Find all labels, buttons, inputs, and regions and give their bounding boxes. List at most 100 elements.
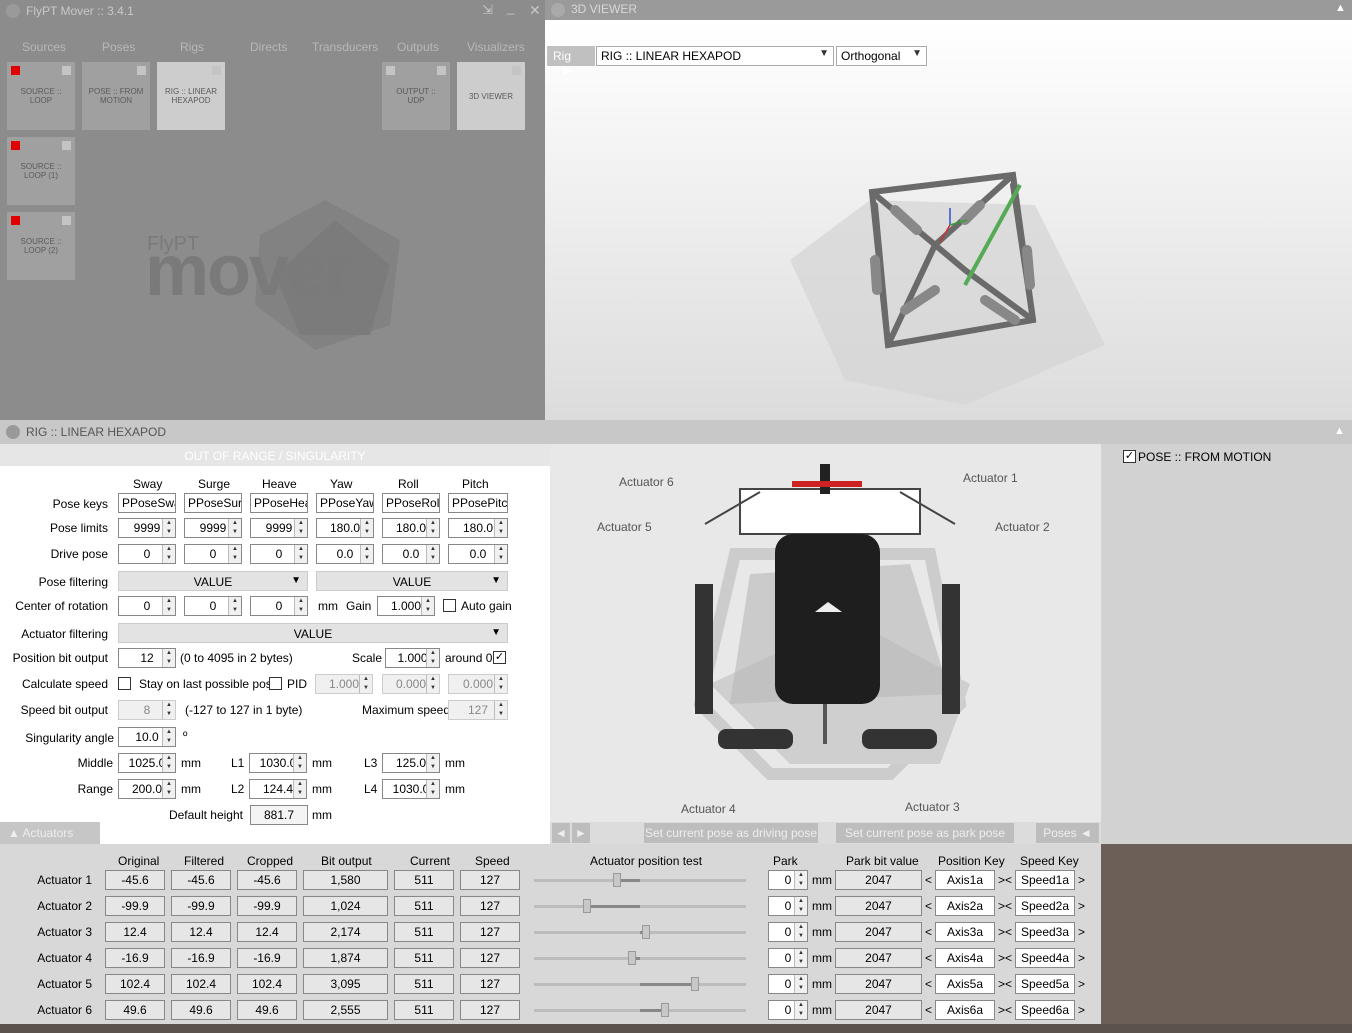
minimize-icon[interactable]: _ [507,0,514,15]
actuators-tab[interactable]: ▲ Actuators [0,822,100,844]
tile-checkbox[interactable] [512,66,521,75]
spinner-icon[interactable]: ▲ ▼ [421,597,434,615]
drive-pose-surge[interactable]: 0 ▲ ▼ [184,544,242,564]
spinner-icon[interactable]: ▲ ▼ [162,728,175,746]
position-test-track[interactable] [534,957,746,960]
park-input[interactable]: 0 ▲ ▼ [768,1000,808,1020]
spinner-icon[interactable]: ▲ ▼ [293,754,306,772]
position-test-track[interactable] [534,905,746,908]
drive-pose-pitch[interactable]: 0.0 ▲ ▼ [448,544,508,564]
speed-key-input[interactable]: Speed2a [1015,896,1075,916]
position-key-input[interactable]: Axis4a [935,948,995,968]
speed-key-input[interactable]: Speed5a [1015,974,1075,994]
spinner-icon[interactable]: ▲ ▼ [794,923,807,941]
tab-directs[interactable]: Directs [250,40,287,54]
spinner-icon[interactable]: ▲ ▼ [426,780,439,798]
position-test-thumb[interactable] [627,951,636,965]
position-key-input[interactable]: Axis3a [935,922,995,942]
tile-source-loop-2[interactable]: SOURCE :: LOOP (2) [7,212,75,280]
center-rotation-y[interactable]: 0 ▲ ▼ [184,596,242,616]
tile-checkbox[interactable] [437,66,446,75]
tile-checkbox[interactable] [62,141,71,150]
pose-from-motion-checkbox[interactable]: ✓ [1123,450,1136,463]
spinner-icon[interactable]: ▲ ▼ [359,675,372,693]
park-input[interactable]: 0 ▲ ▼ [768,948,808,968]
position-test-thumb[interactable] [612,873,621,887]
spinner-icon[interactable]: ▲ ▼ [426,649,439,667]
position-key-input[interactable]: Axis5a [935,974,995,994]
pose-limit-surge[interactable]: 9999 ▲ ▼ [184,518,242,538]
position-key-input[interactable]: Axis2a [935,896,995,916]
park-input[interactable]: 0 ▲ ▼ [768,922,808,942]
spinner-icon[interactable]: ▲ ▼ [162,701,175,719]
collapse-icon[interactable]: ▲ [1335,2,1346,14]
position-test-track[interactable] [534,879,746,882]
drive-pose-roll[interactable]: 0.0 ▲ ▼ [382,544,440,564]
l2-input[interactable]: 124.4 ▲ ▼ [249,779,307,799]
spinner-icon[interactable]: ▲ ▼ [294,519,307,537]
spinner-icon[interactable]: ▲ ▼ [228,545,241,563]
around-zero-checkbox[interactable]: ✓ [493,651,506,664]
tile-3d-viewer[interactable]: 3D VIEWER [457,62,525,130]
singularity-input[interactable]: 10.0 ▲ ▼ [118,727,176,747]
close-icon[interactable]: ✕ [529,2,541,19]
tab-poses[interactable]: Poses [102,40,135,54]
center-rotation-z[interactable]: 0 ▲ ▼ [250,596,308,616]
actuator-filtering-select[interactable]: VALUE ▼ [118,623,508,643]
pose-key-heave[interactable]: PPoseHeave [250,493,308,513]
spinner-icon[interactable]: ▲ ▼ [162,597,175,615]
pose-filtering-select-2[interactable]: VALUE ▼ [316,571,508,591]
drive-pose-yaw[interactable]: 0.0 ▲ ▼ [316,544,374,564]
spinner-icon[interactable]: ▲ ▼ [360,519,373,537]
pose-limit-yaw[interactable]: 180.0 ▲ ▼ [316,518,374,538]
drive-pose-sway[interactable]: 0 ▲ ▼ [118,544,176,564]
spinner-icon[interactable]: ▲ ▼ [794,871,807,889]
spinner-icon[interactable]: ▲ ▼ [294,545,307,563]
range-input[interactable]: 200.0 ▲ ▼ [118,779,176,799]
spinner-icon[interactable]: ▲ ▼ [228,597,241,615]
tile-source-loop-1[interactable]: SOURCE :: LOOP (1) [7,137,75,205]
projection-select[interactable]: Orthogonal ▼ [836,46,927,66]
calculate-speed-checkbox[interactable] [118,677,131,690]
tile-checkbox[interactable] [212,66,221,75]
pid-i-input[interactable]: 0.000 ▲ ▼ [382,674,440,694]
set-park-pose-button[interactable]: Set current pose as park pose [836,823,1014,843]
tab-sources[interactable]: Sources [22,40,66,54]
spinner-icon[interactable]: ▲ ▼ [426,675,439,693]
spinner-icon[interactable]: ▲ ▼ [360,545,373,563]
pose-key-roll[interactable]: PPoseRoll [382,493,440,513]
tile-source-loop[interactable]: SOURCE :: LOOP [7,62,75,130]
restore-icon[interactable]: ⇲ [482,2,493,18]
pose-key-pitch[interactable]: PPosePitch [448,493,508,513]
spinner-icon[interactable]: ▲ ▼ [293,780,306,798]
spinner-icon[interactable]: ▲ ▼ [794,897,807,915]
speed-key-input[interactable]: Speed6a [1015,1000,1075,1020]
position-key-input[interactable]: Axis6a [935,1000,995,1020]
speed-key-input[interactable]: Speed3a [1015,922,1075,942]
spinner-icon[interactable]: ▲ ▼ [494,519,507,537]
position-bits-input[interactable]: 12 ▲ ▼ [118,648,176,668]
spinner-icon[interactable]: ▲ ▼ [494,545,507,563]
rig-button[interactable]: Rig ▶ [547,46,595,77]
spinner-icon[interactable]: ▲ ▼ [794,949,807,967]
tab-outputs[interactable]: Outputs [397,40,439,54]
speed-bits-input[interactable]: 8 ▲ ▼ [118,700,176,720]
spinner-icon[interactable]: ▲ ▼ [162,754,175,772]
l3-input[interactable]: 125.0 ▲ ▼ [382,753,440,773]
prev-button[interactable]: ◄ [552,823,570,843]
spinner-icon[interactable]: ▲ ▼ [426,519,439,537]
spinner-icon[interactable]: ▲ ▼ [426,754,439,772]
tab-rigs[interactable]: Rigs [180,40,204,54]
tab-visualizers[interactable]: Visualizers [467,40,525,54]
spinner-icon[interactable]: ▲ ▼ [162,519,175,537]
pose-filtering-select-1[interactable]: VALUE ▼ [118,571,308,591]
position-test-thumb[interactable] [583,899,591,913]
l4-input[interactable]: 1030.0 ▲ ▼ [382,779,440,799]
auto-gain-checkbox[interactable] [443,599,456,612]
viewer-canvas[interactable] [545,20,1352,420]
tile-checkbox[interactable] [386,66,395,75]
position-test-thumb[interactable] [691,977,700,991]
spinner-icon[interactable]: ▲ ▼ [794,975,807,993]
l1-input[interactable]: 1030.0 ▲ ▼ [249,753,307,773]
next-button[interactable]: ► [572,823,590,843]
